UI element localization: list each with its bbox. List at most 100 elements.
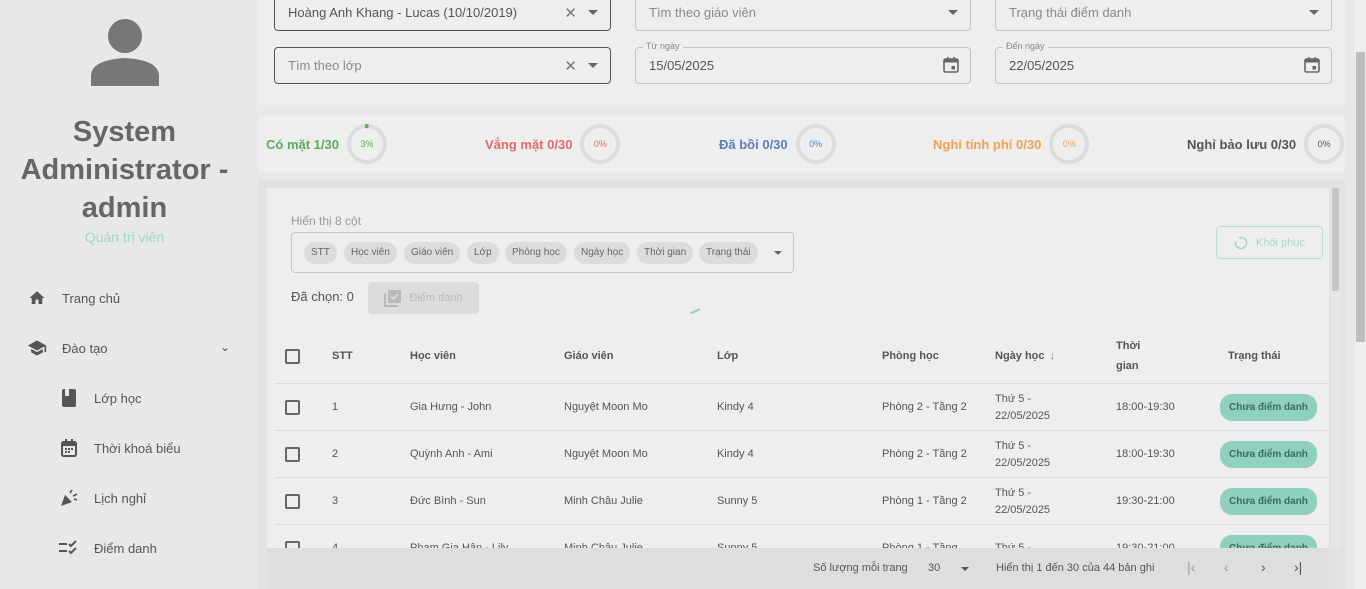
page-scrollbar[interactable] bbox=[1355, 0, 1366, 589]
sidebar: System Administrator - admin Quản trị vi… bbox=[0, 0, 249, 589]
stat-charged-leave: Nghỉ tính phí 0/30 0% bbox=[933, 124, 1090, 164]
stat-present-label: Có mặt 1/30 bbox=[266, 136, 339, 152]
to-date-field[interactable]: Đến ngày 22/05/2025 bbox=[995, 41, 1332, 84]
table-row[interactable]: 3 Đức Bình - Sun Minh Châu Julie Sunny 5… bbox=[275, 478, 1339, 525]
cell-room: Phòng 1 - Tầng 2 bbox=[882, 495, 967, 507]
row-checkbox[interactable] bbox=[285, 447, 300, 462]
row-checkbox[interactable] bbox=[285, 494, 300, 509]
first-page-icon[interactable]: |‹ bbox=[1187, 559, 1195, 575]
range-text: Hiển thị 1 đến 30 của 44 bản ghi bbox=[996, 562, 1155, 574]
dropdown-arrow-icon[interactable] bbox=[588, 10, 598, 15]
dropdown-arrow-icon[interactable] bbox=[961, 567, 969, 571]
nav-home-label: Trang chủ bbox=[62, 290, 121, 306]
header-room[interactable]: Phòng học bbox=[882, 328, 942, 384]
from-date-value: 15/05/2025 bbox=[649, 58, 715, 73]
cell-time: 18:00-19:30 bbox=[1116, 401, 1175, 413]
celebration-icon bbox=[58, 487, 80, 509]
column-chip[interactable]: Ngày học bbox=[574, 242, 631, 264]
stat-makeup-pct: 0% bbox=[809, 139, 823, 149]
status-badge[interactable]: Chưa điểm danh bbox=[1220, 488, 1317, 515]
columns-selector[interactable]: STT Học viên Giáo viên Lớp Phòng học Ngà… bbox=[291, 232, 794, 273]
table-container: Hiển thị 8 cột STT Học viên Giáo viên Lớ… bbox=[258, 180, 1345, 589]
chevron-down-icon[interactable]: ⌄ bbox=[220, 340, 230, 354]
column-chip[interactable]: Thời gian bbox=[637, 242, 694, 264]
header-stt[interactable]: STT bbox=[332, 328, 353, 384]
header-status[interactable]: Trạng thái bbox=[1228, 328, 1281, 384]
status-badge[interactable]: Chưa điểm danh bbox=[1220, 394, 1317, 421]
table-row[interactable]: 1 Gia Hưng - John Nguyệt Moon Mo Kindy 4… bbox=[275, 384, 1339, 431]
calendar-icon bbox=[58, 437, 80, 459]
table-card: Hiển thị 8 cột STT Học viên Giáo viên Lớ… bbox=[267, 188, 1339, 589]
stat-makeup: Đã bồi 0/30 0% bbox=[719, 124, 836, 164]
cell-room: Phòng 2 - Tầng 2 bbox=[882, 401, 967, 413]
student-filter[interactable]: Hoàng Anh Khang - Lucas (10/10/2019) ✕ bbox=[274, 0, 611, 31]
attendance-table: STT Học viên Giáo viên Lớp Phòng học Ngà… bbox=[275, 328, 1339, 572]
header-class[interactable]: Lớp bbox=[717, 328, 738, 384]
dropdown-arrow-icon[interactable] bbox=[588, 63, 598, 68]
nav-item-home[interactable]: Trang chủ bbox=[26, 283, 120, 313]
nav-classes-label: Lớp học bbox=[94, 390, 142, 406]
clear-icon[interactable]: ✕ bbox=[564, 57, 577, 75]
from-date-label: Từ ngày bbox=[643, 41, 683, 51]
cell-class: Sunny 5 bbox=[717, 495, 758, 507]
cell-class: Kindy 4 bbox=[717, 448, 754, 460]
header-teacher[interactable]: Giáo viên bbox=[564, 328, 614, 384]
dropdown-arrow-icon[interactable] bbox=[1309, 10, 1319, 15]
class-filter-placeholder: Tìm theo lớp bbox=[288, 58, 362, 73]
column-chip[interactable]: Học viên bbox=[344, 242, 397, 264]
select-all-checkbox[interactable] bbox=[285, 348, 300, 364]
column-chip[interactable]: STT bbox=[304, 242, 337, 264]
loading-spinner-icon bbox=[690, 308, 702, 316]
column-chip[interactable]: Lớp bbox=[467, 242, 499, 264]
table-scrollbar-thumb[interactable] bbox=[1332, 188, 1339, 291]
pagination-bar: Số lượng mỗi trang 30 Hiển thị 1 đến 30 … bbox=[267, 548, 1329, 589]
filter-panel: Hoàng Anh Khang - Lucas (10/10/2019) ✕ T… bbox=[258, 0, 1345, 105]
column-chip[interactable]: Giáo viên bbox=[404, 242, 461, 264]
row-checkbox[interactable] bbox=[285, 400, 300, 415]
attendance-button[interactable]: Điểm danh bbox=[368, 282, 479, 314]
clear-icon[interactable]: ✕ bbox=[564, 4, 577, 22]
header-date[interactable]: Ngày học ↓ bbox=[995, 328, 1055, 384]
column-chip[interactable]: Phòng học bbox=[505, 242, 567, 264]
dropdown-arrow-icon[interactable] bbox=[948, 10, 958, 15]
prev-page-icon[interactable]: ‹ bbox=[1224, 559, 1229, 575]
nav-item-leave[interactable]: Lịch nghỉ bbox=[58, 483, 146, 513]
status-badge[interactable]: Chưa điểm danh bbox=[1220, 441, 1317, 468]
nav-item-training[interactable]: Đào tạo bbox=[26, 333, 108, 363]
calendar-icon[interactable] bbox=[943, 57, 959, 73]
stat-reserved-leave-ring: 0% bbox=[1304, 124, 1345, 164]
nav-item-attendance[interactable]: Điểm danh bbox=[58, 533, 157, 563]
nav-item-classes[interactable]: Lớp học bbox=[58, 383, 142, 413]
attendance-stats: Có mặt 1/30 3% Vắng mặt 0/30 0% Đã bồi 0… bbox=[258, 116, 1345, 172]
sort-down-icon[interactable]: ↓ bbox=[1050, 346, 1056, 366]
per-page-select[interactable]: 30 bbox=[928, 562, 940, 574]
teacher-filter[interactable]: Tìm theo giáo viên bbox=[635, 0, 971, 31]
header-time[interactable]: Thời gian bbox=[1116, 328, 1156, 384]
nav-item-timetable[interactable]: Thời khoá biểu bbox=[58, 433, 181, 463]
table-header: STT Học viên Giáo viên Lớp Phòng học Ngà… bbox=[275, 328, 1339, 384]
cell-stt: 1 bbox=[332, 401, 339, 413]
cell-student: Đức Bình - Sun bbox=[410, 495, 486, 507]
from-date-field[interactable]: Từ ngày 15/05/2025 bbox=[635, 41, 971, 84]
table-row[interactable]: 2 Quỳnh Anh - Ami Nguyệt Moon Mo Kindy 4… bbox=[275, 431, 1339, 478]
cell-stt: 3 bbox=[332, 495, 339, 507]
refresh-icon bbox=[1234, 235, 1248, 249]
nav-training-label: Đào tạo bbox=[62, 340, 108, 356]
stat-absent-ring: 0% bbox=[580, 124, 621, 164]
header-date-label: Ngày học bbox=[995, 350, 1045, 362]
header-student[interactable]: Học viên bbox=[410, 328, 456, 384]
table-scrollbar[interactable] bbox=[1331, 188, 1340, 548]
page-scrollbar-thumb[interactable] bbox=[1356, 52, 1365, 342]
selected-count: Đã chọn: 0 bbox=[291, 289, 354, 304]
attendance-button-label: Điểm danh bbox=[409, 292, 463, 304]
next-page-icon[interactable]: › bbox=[1261, 559, 1266, 575]
calendar-icon[interactable] bbox=[1304, 57, 1320, 73]
restore-button[interactable]: Khôi phục bbox=[1216, 226, 1323, 259]
column-chip[interactable]: Trạng thái bbox=[699, 242, 758, 264]
stat-charged-leave-label: Nghỉ tính phí 0/30 bbox=[933, 136, 1042, 152]
class-filter[interactable]: Tìm theo lớp ✕ bbox=[274, 47, 611, 84]
last-page-icon[interactable]: ›| bbox=[1294, 559, 1302, 575]
status-filter[interactable]: Trạng thái điểm danh bbox=[995, 0, 1332, 31]
dropdown-arrow-icon[interactable] bbox=[774, 251, 782, 255]
student-filter-value: Hoàng Anh Khang - Lucas (10/10/2019) bbox=[288, 5, 518, 20]
